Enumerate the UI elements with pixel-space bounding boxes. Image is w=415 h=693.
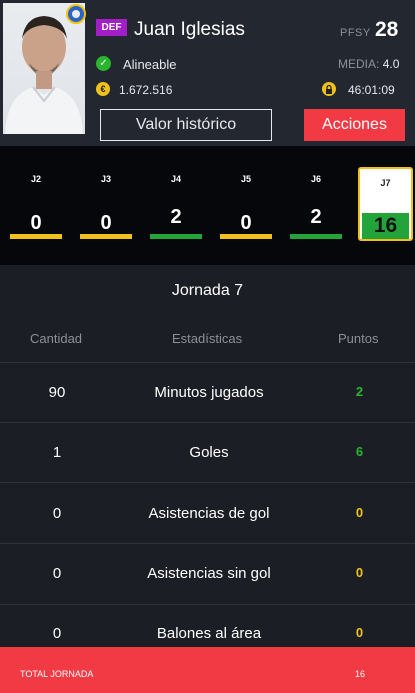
stat-name: Asistencias sin gol: [147, 565, 271, 582]
round-bar: [80, 234, 132, 239]
round-points: 2: [310, 206, 322, 228]
lock-icon: [322, 82, 336, 96]
round-label: J3: [100, 174, 111, 184]
media-score: MEDIA: 4.0: [338, 57, 399, 71]
round-item[interactable]: J6 2: [286, 146, 346, 265]
active-round-label: J7: [380, 178, 391, 188]
player-price: 1.672.516: [119, 83, 173, 97]
pfsy-label: PFSY: [340, 27, 371, 39]
stat-name: Goles: [189, 444, 229, 461]
round-points: 0: [100, 212, 112, 234]
round-points: 0: [240, 212, 252, 234]
column-header-stats: Estadísticas: [172, 331, 243, 346]
round-bar: [290, 234, 342, 239]
stat-quantity: 0: [52, 625, 62, 642]
position-badge: DEF: [96, 19, 127, 36]
player-header: DEF Juan Iglesias PFSY 28 ✓ Alineable ME…: [0, 0, 415, 146]
team-crest-icon: [66, 4, 86, 24]
stat-quantity: 0: [52, 505, 62, 522]
stat-points: 2: [355, 384, 364, 399]
media-label: MEDIA:: [338, 57, 380, 71]
round-points: 0: [30, 212, 42, 234]
player-name: Juan Iglesias: [134, 19, 245, 40]
stat-name: Asistencias de gol: [148, 505, 270, 522]
stat-name: Minutos jugados: [154, 384, 264, 401]
historic-value-button[interactable]: Valor histórico: [100, 109, 272, 141]
stat-points: 0: [355, 505, 364, 520]
total-round-value: 16: [355, 669, 366, 679]
stat-points: 0: [355, 565, 364, 580]
table-row: 0 Asistencias sin gol 0: [0, 543, 415, 603]
round-label: J6: [310, 174, 321, 184]
check-icon: ✓: [96, 56, 111, 71]
market-timer: 46:01:09: [348, 83, 395, 97]
media-value: 4.0: [382, 57, 400, 71]
stat-quantity: 0: [52, 565, 62, 582]
stat-quantity: 90: [48, 384, 66, 401]
actions-button[interactable]: Acciones: [304, 109, 405, 141]
round-label: J5: [240, 174, 251, 184]
column-header-quantity: Cantidad: [30, 331, 83, 346]
round-label: J4: [170, 174, 181, 184]
table-row: 1 Goles 6: [0, 422, 415, 482]
rounds-strip: J2 0 J3 0 J4 2 J5 0 J6 2: [0, 146, 415, 265]
round-bar: [220, 234, 272, 239]
table-row: 0 Asistencias de gol 0: [0, 483, 415, 543]
round-bar: [150, 234, 202, 239]
active-round-points: 16: [362, 213, 409, 239]
stat-name: Balones al área: [156, 625, 262, 642]
table-row: 90 Minutos jugados 2: [0, 362, 415, 422]
stat-points: 6: [355, 444, 364, 459]
euro-coin-icon: €: [96, 82, 110, 96]
round-item[interactable]: J3 0: [76, 146, 136, 265]
round-item[interactable]: J4 2: [146, 146, 206, 265]
round-detail-title: Jornada 7: [171, 282, 244, 299]
round-label: J2: [30, 174, 41, 184]
active-round-card[interactable]: J7 16: [358, 167, 413, 241]
player-status: Alineable: [123, 57, 177, 72]
stat-quantity: 1: [52, 444, 62, 461]
column-header-points: Puntos: [338, 331, 379, 346]
round-item[interactable]: J5 0: [216, 146, 276, 265]
total-round-label: TOTAL JORNADA: [20, 669, 94, 679]
pfsy-value: 28: [375, 18, 399, 41]
stat-points: 0: [355, 625, 364, 640]
round-bar: [10, 234, 62, 239]
round-points: 2: [170, 206, 182, 228]
round-item[interactable]: J2 0: [6, 146, 66, 265]
